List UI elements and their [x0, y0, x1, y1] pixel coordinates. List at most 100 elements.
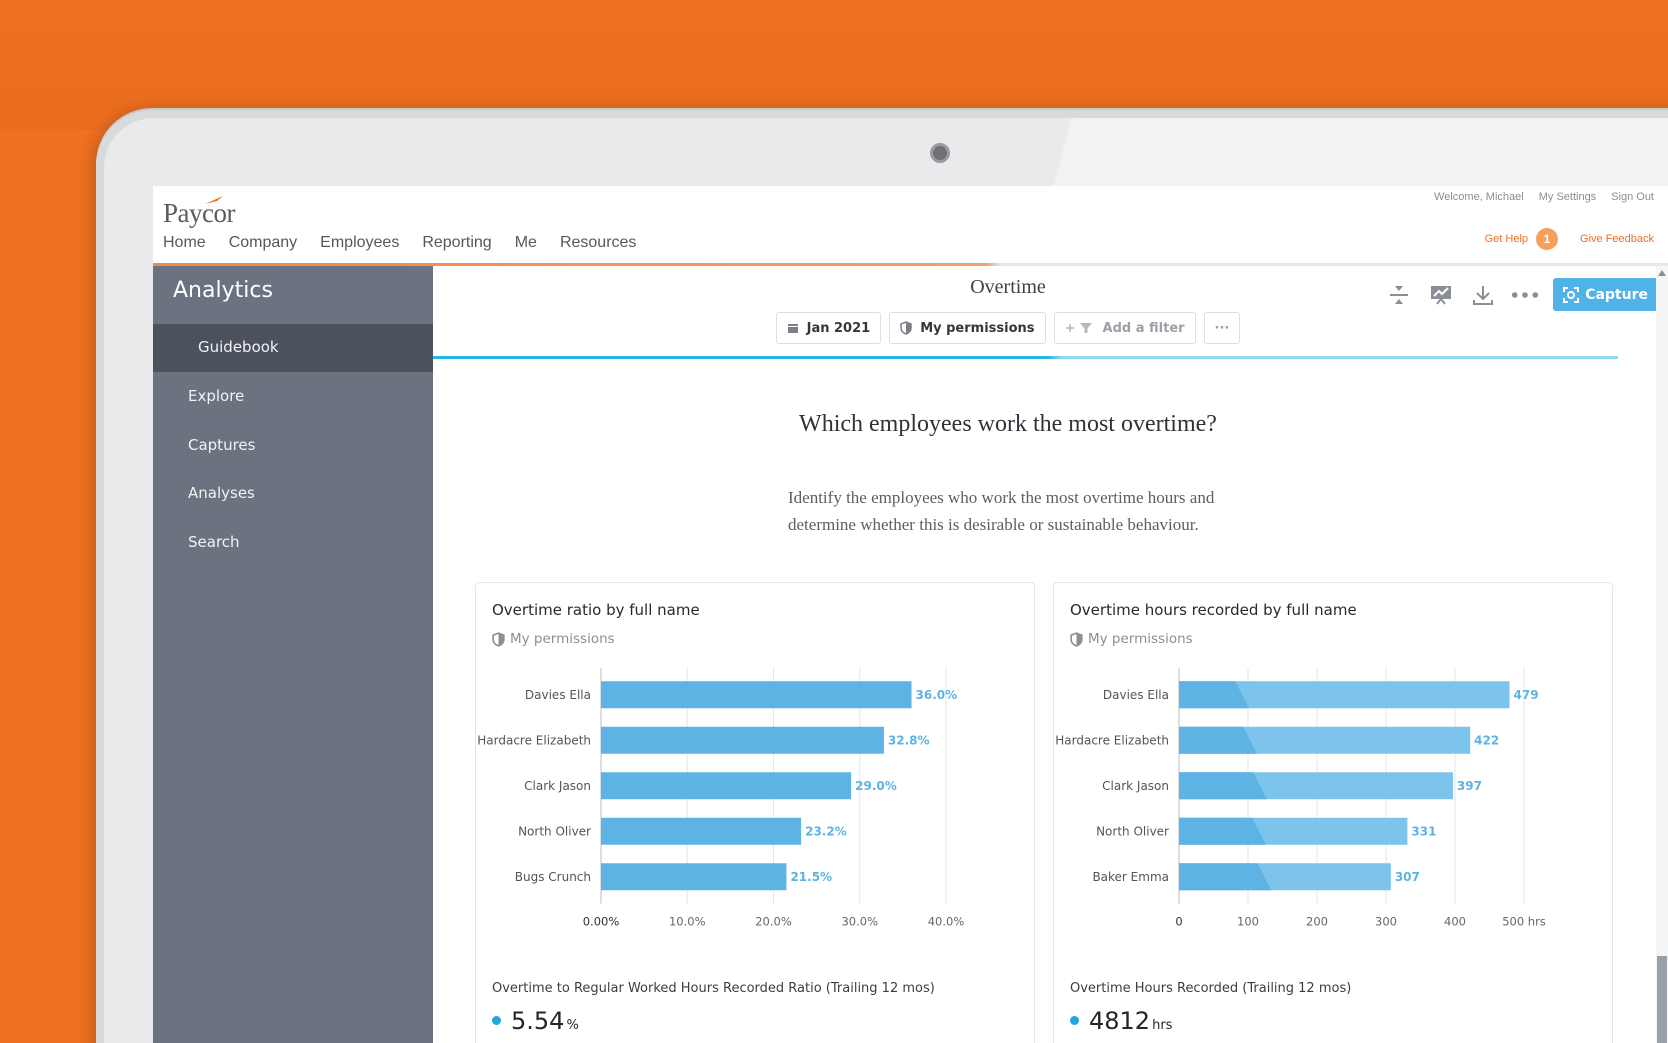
shield-icon [492, 631, 505, 647]
card-title: Overtime ratio by full name [492, 601, 700, 619]
description-line-1: Identify the employees who work the most… [788, 488, 1215, 507]
card-permissions-label: My permissions [1088, 631, 1193, 647]
overtime-hours-chart: 0 100 200 300 400 500 hrs Davies Ella 479 Hardac… [1055, 668, 1546, 929]
bar-segment [1179, 863, 1272, 891]
add-filter-chip[interactable]: Add a filter [1053, 312, 1196, 344]
download-icon[interactable] [1469, 281, 1497, 309]
date-filter-chip[interactable]: Jan 2021 [775, 312, 882, 344]
filter-bar: Jan 2021 My permissions Add a filter ··· [433, 312, 1583, 344]
bar [601, 863, 787, 891]
value-label: 32.8% [888, 733, 930, 747]
welcome-text: Welcome, Michael [1434, 191, 1524, 203]
metric-value: 4812 [1089, 1007, 1151, 1035]
x-tick-label: 200 [1306, 915, 1328, 929]
overtime-hours-card: Overtime hours recorded by full name My … [1053, 582, 1613, 1043]
sidebar-item-explore[interactable]: Explore [188, 387, 244, 405]
card-metric: 4812 hrs [1070, 1007, 1172, 1035]
capture-button[interactable]: Capture [1553, 278, 1658, 311]
category-label: Clark Jason [524, 779, 591, 793]
value-label: 397 [1457, 779, 1482, 793]
sidebar-item-guidebook[interactable]: Guidebook [198, 338, 279, 356]
value-label: 29.0% [855, 779, 897, 793]
card-permissions-label: My permissions [510, 631, 615, 647]
bar [601, 817, 802, 845]
my-settings-link[interactable]: My Settings [1539, 191, 1596, 203]
card-footer-label: Overtime to Regular Worked Hours Recorde… [492, 981, 935, 996]
value-label: 36.0% [916, 688, 958, 702]
sign-out-link[interactable]: Sign Out [1611, 191, 1654, 203]
sidebar-item-captures[interactable]: Captures [188, 436, 255, 454]
collapse-icon[interactable] [1385, 281, 1413, 309]
nav-reporting[interactable]: Reporting [422, 234, 491, 252]
help-row: Get Help 1 Give Feedback [1485, 228, 1654, 250]
value-label: 21.5% [790, 870, 832, 884]
category-label: Davies Ella [1103, 688, 1169, 702]
category-label: Clark Jason [1102, 779, 1169, 793]
sidebar-active-highlight [153, 324, 433, 372]
help-count-badge[interactable]: 1 [1536, 228, 1559, 250]
description-line-2: determine whether this is desirable or s… [788, 515, 1199, 534]
scroll-thumb[interactable] [1657, 956, 1667, 1043]
category-label: North Oliver [1096, 824, 1169, 838]
plus-filter-icon [1065, 323, 1092, 333]
category-label: Bugs Crunch [515, 870, 591, 884]
shield-icon [900, 321, 912, 335]
value-label: 331 [1411, 824, 1436, 838]
x-tick-label: 20.0% [755, 915, 792, 929]
value-label: 422 [1474, 733, 1499, 747]
value-label: 307 [1395, 870, 1420, 884]
card-footer-label: Overtime Hours Recorded (Trailing 12 mos… [1070, 981, 1352, 996]
bar-segment [1179, 817, 1267, 845]
value-label: 23.2% [805, 824, 847, 838]
shield-icon [1070, 631, 1083, 647]
date-filter-label: Jan 2021 [806, 320, 871, 336]
toolbar: Capture [1385, 278, 1658, 311]
main-content: Overtime Capture Jan 2021 My permissions… [433, 266, 1668, 1043]
app-screen: Paycor Home Company Employees Reporting … [153, 186, 1668, 1043]
x-tick-label: 0.00% [583, 915, 620, 929]
presentation-icon[interactable] [1427, 281, 1455, 309]
bar [601, 726, 884, 754]
more-options-icon[interactable] [1511, 281, 1539, 309]
nav-employees[interactable]: Employees [320, 234, 399, 252]
sidebar-item-search[interactable]: Search [188, 533, 240, 551]
get-help-link[interactable]: Get Help [1485, 233, 1528, 245]
metric-unit: % [566, 1018, 579, 1033]
x-tick-label: 10.0% [669, 915, 706, 929]
scroll-up-arrow-icon[interactable] [1658, 270, 1666, 276]
capture-label: Capture [1585, 286, 1648, 303]
metric-value: 5.54 [511, 1007, 565, 1035]
nav-company[interactable]: Company [229, 234, 297, 252]
scrollbar[interactable] [1656, 266, 1668, 1043]
main-nav: Home Company Employees Reporting Me Reso… [163, 234, 659, 252]
category-label: Baker Emma [1092, 870, 1169, 884]
top-header: Paycor Home Company Employees Reporting … [153, 186, 1668, 266]
x-tick-label: 40.0% [928, 915, 965, 929]
card-permissions: My permissions [1070, 631, 1193, 647]
overtime-ratio-chart: 0.00% 10.0% 20.0% 30.0% 40.0% Davies Ella 36.0… [477, 668, 965, 929]
bar-segment [1179, 772, 1267, 800]
sidebar-item-analyses[interactable]: Analyses [188, 484, 255, 502]
metric-dot-icon [1070, 1016, 1079, 1025]
sidebar-title: Analytics [173, 278, 273, 303]
category-label: Hardacre Elizabeth [1055, 733, 1169, 747]
utility-links: Welcome, Michael My Settings Sign Out [1434, 191, 1654, 203]
nav-me[interactable]: Me [515, 234, 537, 252]
permissions-label: My permissions [920, 320, 1035, 336]
add-filter-label: Add a filter [1102, 320, 1185, 336]
nav-home[interactable]: Home [163, 234, 206, 252]
more-filters-chip[interactable]: ··· [1203, 312, 1241, 344]
x-tick-label: 400 [1444, 915, 1466, 929]
question-heading: Which employees work the most overtime? [799, 411, 1217, 437]
x-tick-label: 0 [1175, 915, 1182, 929]
give-feedback-link[interactable]: Give Feedback [1580, 233, 1654, 245]
metric-unit: hrs [1152, 1018, 1173, 1033]
permissions-chip[interactable]: My permissions [889, 312, 1046, 344]
bar [601, 681, 912, 709]
capture-icon [1563, 286, 1580, 303]
question-description: Identify the employees who work the most… [788, 484, 1308, 538]
x-tick-label: 500 hrs [1502, 915, 1546, 929]
value-label: 479 [1514, 688, 1539, 702]
card-permissions: My permissions [492, 631, 615, 647]
nav-resources[interactable]: Resources [560, 234, 636, 252]
